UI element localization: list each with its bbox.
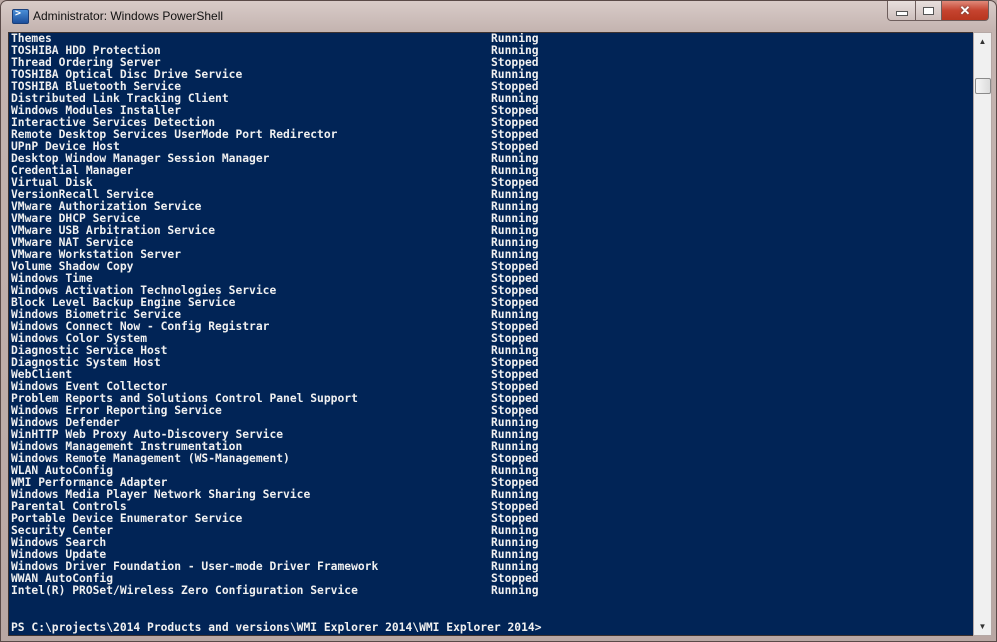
service-status: Running bbox=[491, 584, 539, 597]
minimize-button[interactable] bbox=[887, 1, 916, 21]
powershell-icon[interactable]: > bbox=[12, 8, 29, 24]
window-controls: ✕ bbox=[887, 1, 989, 21]
command-prompt[interactable]: PS C:\projects\2014 Products and version… bbox=[11, 621, 542, 634]
close-icon: ✕ bbox=[959, 2, 971, 18]
vertical-scrollbar[interactable]: ▲ ▼ bbox=[973, 32, 992, 636]
scroll-down-arrow-icon[interactable]: ▼ bbox=[974, 618, 991, 635]
powershell-window: > Administrator: Windows PowerShell ✕ Th… bbox=[0, 0, 997, 642]
maximize-button[interactable] bbox=[916, 1, 942, 21]
close-button[interactable]: ✕ bbox=[942, 1, 989, 21]
title-bar[interactable]: > Administrator: Windows PowerShell ✕ bbox=[1, 1, 996, 31]
maximize-icon bbox=[923, 6, 934, 15]
service-name: Intel(R) PROSet/Wireless Zero Configurat… bbox=[11, 584, 358, 597]
minimize-icon bbox=[895, 11, 908, 16]
scrollbar-thumb[interactable] bbox=[975, 78, 991, 94]
console-output[interactable]: Themes Running TOSHIBA HDD Protection Runni… bbox=[8, 32, 974, 636]
scroll-up-arrow-icon[interactable]: ▲ bbox=[974, 33, 991, 50]
window-title: Administrator: Windows PowerShell bbox=[33, 9, 224, 23]
